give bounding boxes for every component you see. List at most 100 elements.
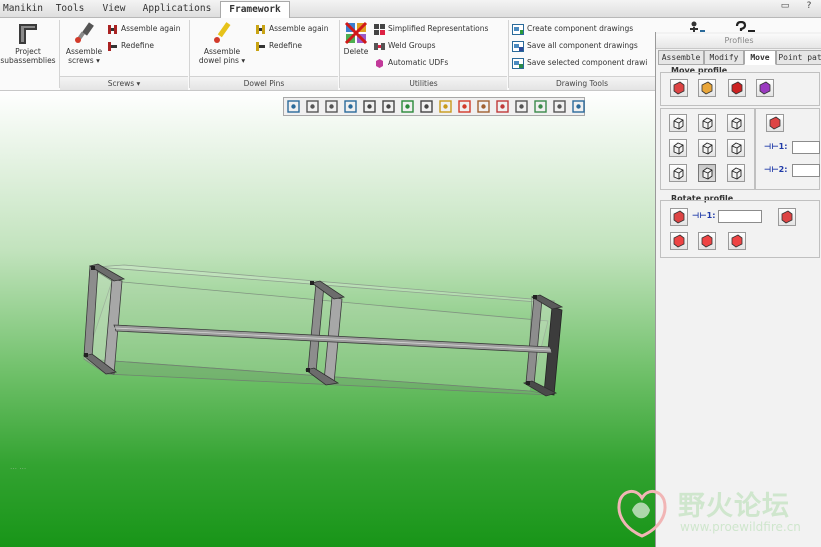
rotate-90-button[interactable] [670, 232, 688, 250]
udf-icon [376, 58, 383, 68]
automatic-udfs-label: Automatic UDFs [388, 58, 449, 67]
rotate-270-button[interactable] [728, 232, 746, 250]
weld-groups-label: Weld Groups [388, 41, 436, 50]
assemble-dowel-line1: Assemble [203, 47, 241, 56]
move-profile-offset-button[interactable] [728, 79, 746, 97]
tab-applications[interactable]: Applications [137, 2, 217, 16]
minimize-ribbon-icon[interactable]: ▭ [774, 0, 796, 14]
profile-swap-icon [759, 81, 771, 95]
simplified-representations-button[interactable]: Simplified Representations [374, 22, 488, 36]
graphics-viewport[interactable]: … … [0, 91, 655, 547]
dowel-redefine-button[interactable]: Redefine [255, 39, 302, 53]
move-profile-swap-button[interactable] [756, 79, 774, 97]
rotate-apply-button[interactable] [778, 208, 796, 226]
screw-icon [75, 22, 94, 43]
move-profile-select-button[interactable] [670, 79, 688, 97]
viewport-text-fragment: … … [10, 463, 27, 471]
panel-tab-point-pattern[interactable]: Point pat [776, 50, 821, 65]
tab-tools[interactable]: Tools [50, 2, 90, 16]
move-profile-translate-button[interactable] [698, 79, 716, 97]
angle-input[interactable] [718, 210, 762, 223]
screws-redefine-button[interactable]: Redefine [107, 39, 154, 53]
offset2-input[interactable] [792, 164, 820, 177]
delete-button[interactable]: Delete [340, 20, 372, 56]
save-selected-component-drawings-label: Save selected component drawi [527, 58, 648, 67]
cube-icon [702, 142, 713, 155]
screws-assemble-again-button[interactable]: Assemble again [107, 22, 181, 36]
corner-bolt [306, 368, 310, 372]
panel-title: Profiles [656, 34, 821, 49]
assemble-screws-line1: Assemble [65, 47, 103, 56]
assemble-dowel-pins-button[interactable]: Assemble dowel pins ▾ [192, 20, 252, 65]
screws-redefine-label: Redefine [121, 41, 154, 50]
dowel-pin-icon [214, 22, 231, 43]
dowel-assemble-again-button[interactable]: Assemble again [255, 22, 329, 36]
cube-icon [731, 167, 742, 180]
delete-label: Delete [343, 47, 369, 56]
offset1-input[interactable] [792, 141, 820, 154]
corner-bolt [310, 281, 314, 285]
offset2-label: ⊣⊢2: [764, 165, 788, 174]
framework-model[interactable] [0, 91, 655, 547]
redefine-icon [256, 41, 265, 51]
panel-tab-assemble[interactable]: Assemble [658, 50, 704, 65]
screws-group-label[interactable]: Screws ▾ [60, 76, 188, 90]
flip-profile-button[interactable] [766, 114, 784, 132]
flip-profile-icon [769, 116, 781, 130]
panel-tab-modify[interactable]: Modify [704, 50, 744, 65]
align-bottom-center-button[interactable] [698, 164, 716, 182]
angle-label: ⊣⊢1: [692, 211, 716, 220]
align-bottom-left-button[interactable] [669, 164, 687, 182]
create-component-drawings-button[interactable]: Create component drawings [512, 22, 633, 36]
profile-offset-icon [731, 81, 743, 95]
project-subassemblies-button[interactable]: Project subassemblies [0, 20, 56, 65]
dowel-pins-group-label: Dowel Pins [190, 76, 338, 90]
save-all-drawings-icon [512, 40, 524, 52]
weld-groups-icon [374, 42, 385, 50]
cube-icon [673, 117, 684, 130]
align-top-left-button[interactable] [669, 114, 687, 132]
create-component-drawings-label: Create component drawings [527, 24, 634, 33]
simplified-rep-icon [374, 23, 385, 35]
cube-icon [702, 117, 713, 130]
assemble-again-icon [108, 24, 117, 34]
corner-bolt [84, 353, 88, 357]
help-icon[interactable]: ? [798, 0, 820, 14]
watermark-url-text: www.proewildfire.cn [680, 520, 801, 534]
align-mid-right-button[interactable] [727, 139, 745, 157]
align-top-right-button[interactable] [727, 114, 745, 132]
align-top-center-button[interactable] [698, 114, 716, 132]
watermark-cn-text: 野火论坛 [678, 491, 790, 522]
save-all-component-drawings-button[interactable]: Save all component drawings [512, 39, 638, 53]
cube-icon [673, 167, 684, 180]
corner-bolt [526, 381, 530, 385]
redefine-icon [108, 41, 117, 51]
rotate-profile-icon [673, 210, 685, 224]
panel-tab-move[interactable]: Move [744, 50, 776, 65]
tab-manikin[interactable]: Manikin [0, 2, 46, 16]
profile-select-icon [673, 81, 685, 95]
dowel-assemble-again-label: Assemble again [269, 24, 329, 33]
rotate-profile-button[interactable] [670, 208, 688, 226]
project-line1: Project [15, 47, 41, 56]
rotate-apply-icon [781, 210, 793, 224]
weld-groups-button[interactable]: Weld Groups [374, 39, 436, 53]
offset1-label: ⊣⊢1: [764, 142, 788, 151]
assemble-again-icon [256, 24, 265, 34]
rotate-180-button[interactable] [698, 232, 716, 250]
drawing-tools-group-label: Drawing Tools [509, 76, 655, 90]
rotate-90-icon [673, 234, 685, 248]
utilities-group-label: Utilities [340, 76, 507, 90]
align-mid-left-button[interactable] [669, 139, 687, 157]
save-selected-component-drawings-button[interactable]: Save selected component drawi [512, 56, 652, 70]
align-bottom-right-button[interactable] [727, 164, 745, 182]
tab-view[interactable]: View [96, 2, 132, 16]
align-center-button[interactable] [698, 139, 716, 157]
cube-icon [731, 117, 742, 130]
profile-frame-icon [19, 24, 37, 44]
ribbon-tab-bar: Manikin Tools View Applications Framewor… [0, 0, 821, 19]
assemble-dowel-line2: dowel pins ▾ [198, 56, 246, 65]
assemble-screws-button[interactable]: Assemble screws ▾ [62, 20, 106, 65]
automatic-udfs-button[interactable]: Automatic UDFs [374, 56, 448, 70]
tab-framework[interactable]: Framework [220, 1, 290, 19]
